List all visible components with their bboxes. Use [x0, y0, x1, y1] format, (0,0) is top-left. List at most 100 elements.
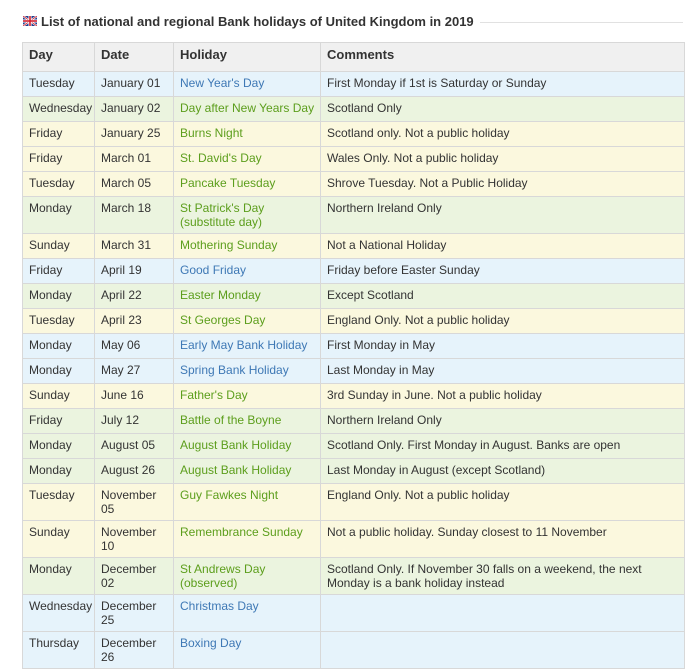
table-row: Sunday June 16 Father's Day 3rd Sunday in J… [22, 383, 685, 409]
holiday-link[interactable]: St Georges Day [180, 313, 265, 327]
column-header-date: Date [94, 42, 174, 72]
cell-comment: Scotland Only. If November 30 falls on a… [320, 557, 685, 595]
cell-day: Friday [22, 121, 95, 147]
holiday-link[interactable]: Boxing Day [180, 636, 241, 650]
cell-day: Friday [22, 258, 95, 284]
cell-holiday: Christmas Day [173, 594, 321, 632]
cell-comment: Not a public holiday. Sunday closest to … [320, 520, 685, 558]
cell-holiday: St Georges Day [173, 308, 321, 334]
cell-day: Monday [22, 458, 95, 484]
cell-date: December 26 [94, 631, 174, 669]
table-row: Monday March 18 St Patrick's Day (substitu… [22, 196, 685, 234]
cell-date: July 12 [94, 408, 174, 434]
holiday-link[interactable]: Mothering Sunday [180, 238, 277, 252]
holiday-link[interactable]: St Andrews Day (observed) [180, 562, 265, 590]
cell-holiday: Early May Bank Holiday [173, 333, 321, 359]
cell-holiday: Burns Night [173, 121, 321, 147]
cell-comment [320, 631, 685, 669]
cell-date: December 02 [94, 557, 174, 595]
uk-flag-icon [23, 16, 37, 26]
table-row: Tuesday November 05 Guy Fawkes Night Englan… [22, 483, 685, 521]
cell-holiday: St. David's Day [173, 146, 321, 172]
cell-holiday: Spring Bank Holiday [173, 358, 321, 384]
holiday-link[interactable]: Early May Bank Holiday [180, 338, 307, 352]
holiday-link[interactable]: St. David's Day [180, 151, 262, 165]
cell-date: January 01 [94, 71, 174, 97]
column-header-holiday: Holiday [173, 42, 321, 72]
column-header-day: Day [22, 42, 95, 72]
cell-day: Sunday [22, 233, 95, 259]
holiday-link[interactable]: August Bank Holiday [180, 463, 291, 477]
cell-comment: Except Scotland [320, 283, 685, 309]
cell-date: April 22 [94, 283, 174, 309]
cell-day: Friday [22, 408, 95, 434]
cell-date: March 31 [94, 233, 174, 259]
holiday-link[interactable]: Father's Day [180, 388, 248, 402]
holiday-link[interactable]: New Year's Day [180, 76, 264, 90]
cell-comment: England Only. Not a public holiday [320, 483, 685, 521]
page-header: List of national and regional Bank holid… [23, 10, 683, 32]
cell-holiday: Boxing Day [173, 631, 321, 669]
column-header-comments: Comments [320, 42, 685, 72]
table-row: Sunday November 10 Remembrance Sunday Not a… [22, 520, 685, 558]
holiday-link[interactable]: Guy Fawkes Night [180, 488, 278, 502]
cell-comment: Northern Ireland Only [320, 196, 685, 234]
holiday-link[interactable]: Burns Night [180, 126, 243, 140]
cell-comment [320, 594, 685, 632]
cell-date: January 02 [94, 96, 174, 122]
cell-comment: First Monday in May [320, 333, 685, 359]
table-row: Tuesday January 01 New Year's Day First Mon… [22, 71, 685, 97]
cell-comment: Wales Only. Not a public holiday [320, 146, 685, 172]
holiday-link[interactable]: August Bank Holiday [180, 438, 291, 452]
cell-day: Wednesday [22, 96, 95, 122]
cell-comment: First Monday if 1st is Saturday or Sunda… [320, 71, 685, 97]
cell-comment: Last Monday in May [320, 358, 685, 384]
holidays-table: Day Date Holiday Comments Tuesday January… [22, 42, 685, 669]
cell-holiday: Mothering Sunday [173, 233, 321, 259]
cell-holiday: August Bank Holiday [173, 458, 321, 484]
cell-date: March 18 [94, 196, 174, 234]
cell-day: Sunday [22, 520, 95, 558]
cell-date: August 26 [94, 458, 174, 484]
cell-date: August 05 [94, 433, 174, 459]
cell-comment: Friday before Easter Sunday [320, 258, 685, 284]
cell-comment: Last Monday in August (except Scotland) [320, 458, 685, 484]
table-row: Monday August 26 August Bank Holiday Last M… [22, 458, 685, 484]
table-row: Monday December 02 St Andrews Day (observe… [22, 557, 685, 595]
holiday-link[interactable]: Remembrance Sunday [180, 525, 303, 539]
table-row: Friday January 25 Burns Night Scotland only… [22, 121, 685, 147]
cell-holiday: St Patrick's Day (substitute day) [173, 196, 321, 234]
cell-comment: 3rd Sunday in June. Not a public holiday [320, 383, 685, 409]
cell-holiday: Father's Day [173, 383, 321, 409]
cell-day: Monday [22, 196, 95, 234]
cell-holiday: Good Friday [173, 258, 321, 284]
table-row: Friday March 01 St. David's Day Wales Only.… [22, 146, 685, 172]
cell-date: April 23 [94, 308, 174, 334]
holiday-link[interactable]: Easter Monday [180, 288, 261, 302]
cell-date: November 05 [94, 483, 174, 521]
cell-holiday: August Bank Holiday [173, 433, 321, 459]
holiday-link[interactable]: Battle of the Boyne [180, 413, 281, 427]
holiday-link[interactable]: St Patrick's Day (substitute day) [180, 201, 264, 229]
holiday-link[interactable]: Pancake Tuesday [180, 176, 275, 190]
table-row: Monday August 05 August Bank Holiday Scotla… [22, 433, 685, 459]
cell-comment: Not a National Holiday [320, 233, 685, 259]
cell-day: Wednesday [22, 594, 95, 632]
table-row: Monday April 22 Easter Monday Except Scotla… [22, 283, 685, 309]
holiday-link[interactable]: Spring Bank Holiday [180, 363, 289, 377]
table-row: Thursday December 26 Boxing Day [22, 631, 685, 669]
holiday-link[interactable]: Day after New Years Day [180, 101, 314, 115]
cell-day: Monday [22, 333, 95, 359]
cell-holiday: Day after New Years Day [173, 96, 321, 122]
table-row: Tuesday April 23 St Georges Day England Onl… [22, 308, 685, 334]
holiday-link[interactable]: Good Friday [180, 263, 246, 277]
cell-day: Tuesday [22, 483, 95, 521]
table-row: Sunday March 31 Mothering Sunday Not a Nati… [22, 233, 685, 259]
cell-day: Monday [22, 358, 95, 384]
page-title: List of national and regional Bank holid… [41, 13, 474, 29]
cell-date: April 19 [94, 258, 174, 284]
cell-holiday: New Year's Day [173, 71, 321, 97]
holiday-link[interactable]: Christmas Day [180, 599, 259, 613]
table-row: Tuesday March 05 Pancake Tuesday Shrove Tue… [22, 171, 685, 197]
header-divider [479, 21, 683, 23]
